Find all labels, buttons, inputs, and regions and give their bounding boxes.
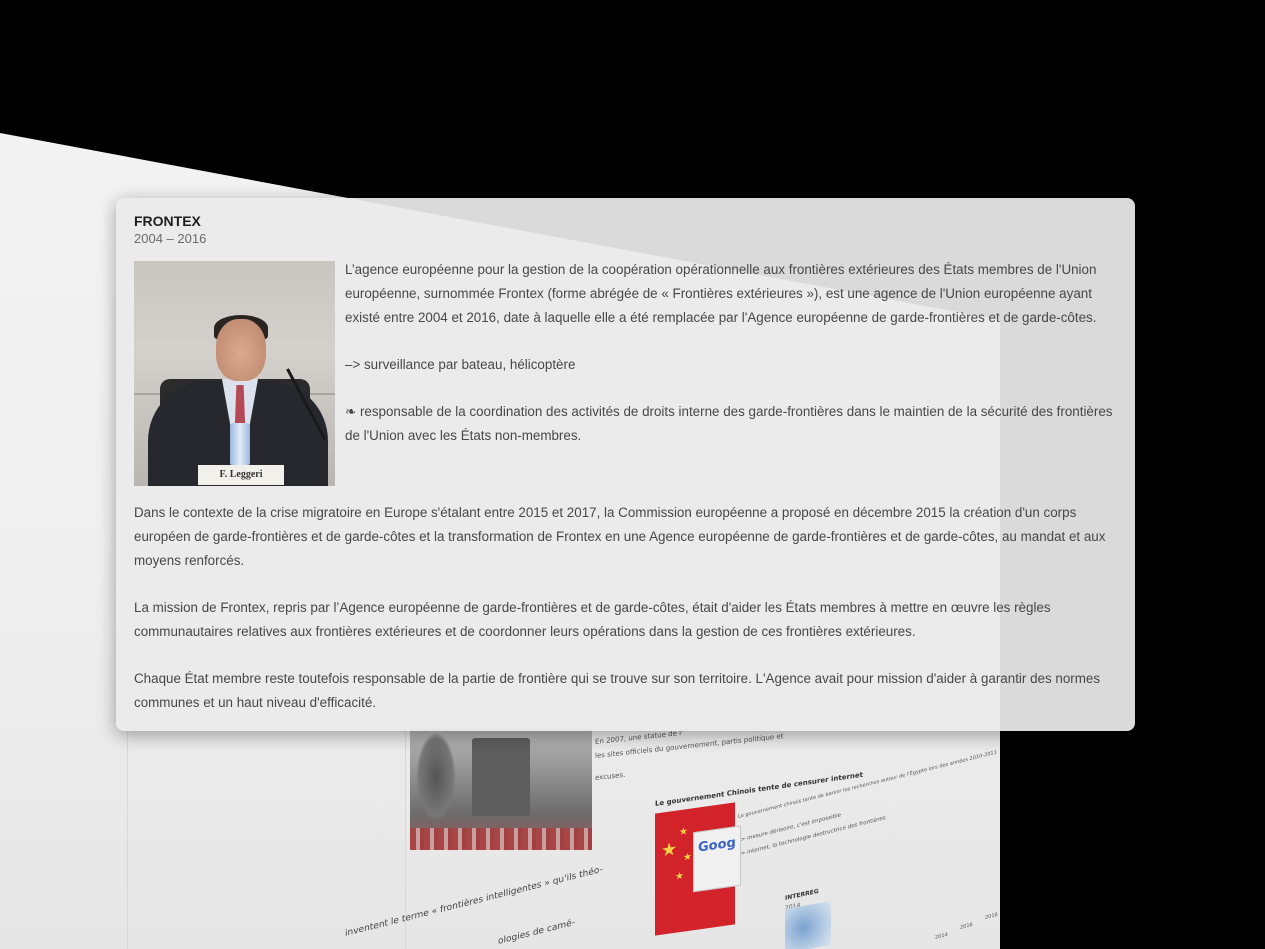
google-logo-icon: Goog (693, 825, 741, 893)
panel-dates: 2004 – 2016 (134, 231, 207, 246)
memorial-photo[interactable] (410, 728, 592, 850)
star-icon: ★ (679, 825, 688, 839)
photo-flowers (410, 828, 592, 850)
photo-head (216, 319, 266, 381)
photo-nameplate: F. Leggeri (198, 465, 284, 485)
china-flag-image[interactable]: ★ ★ ★ ★ Goog (655, 802, 741, 936)
paragraph-context: Dans le contexte de la crise migratoire … (134, 505, 1106, 568)
star-icon: ★ (675, 870, 684, 883)
paragraph-member-states: Chaque État membre reste toutefois respo… (134, 671, 1101, 710)
photo-monument (472, 738, 530, 816)
leggeri-portrait-photo[interactable]: F. Leggeri (134, 261, 335, 486)
star-icon: ★ (661, 838, 678, 862)
photo-tree (416, 732, 456, 822)
frontex-detail-panel[interactable]: FRONTEX 2004 – 2016 F. Leggeri L’agence … (116, 198, 1135, 731)
panel-title: FRONTEX (134, 213, 201, 229)
star-icon: ★ (683, 851, 692, 864)
paragraph-mission: La mission de Frontex, repris par l’Agen… (134, 600, 1051, 639)
screen: En 2007, une statue de l' les sites offi… (0, 0, 1265, 949)
europe-map-image[interactable] (785, 900, 831, 949)
water-bottle-icon (230, 423, 250, 465)
